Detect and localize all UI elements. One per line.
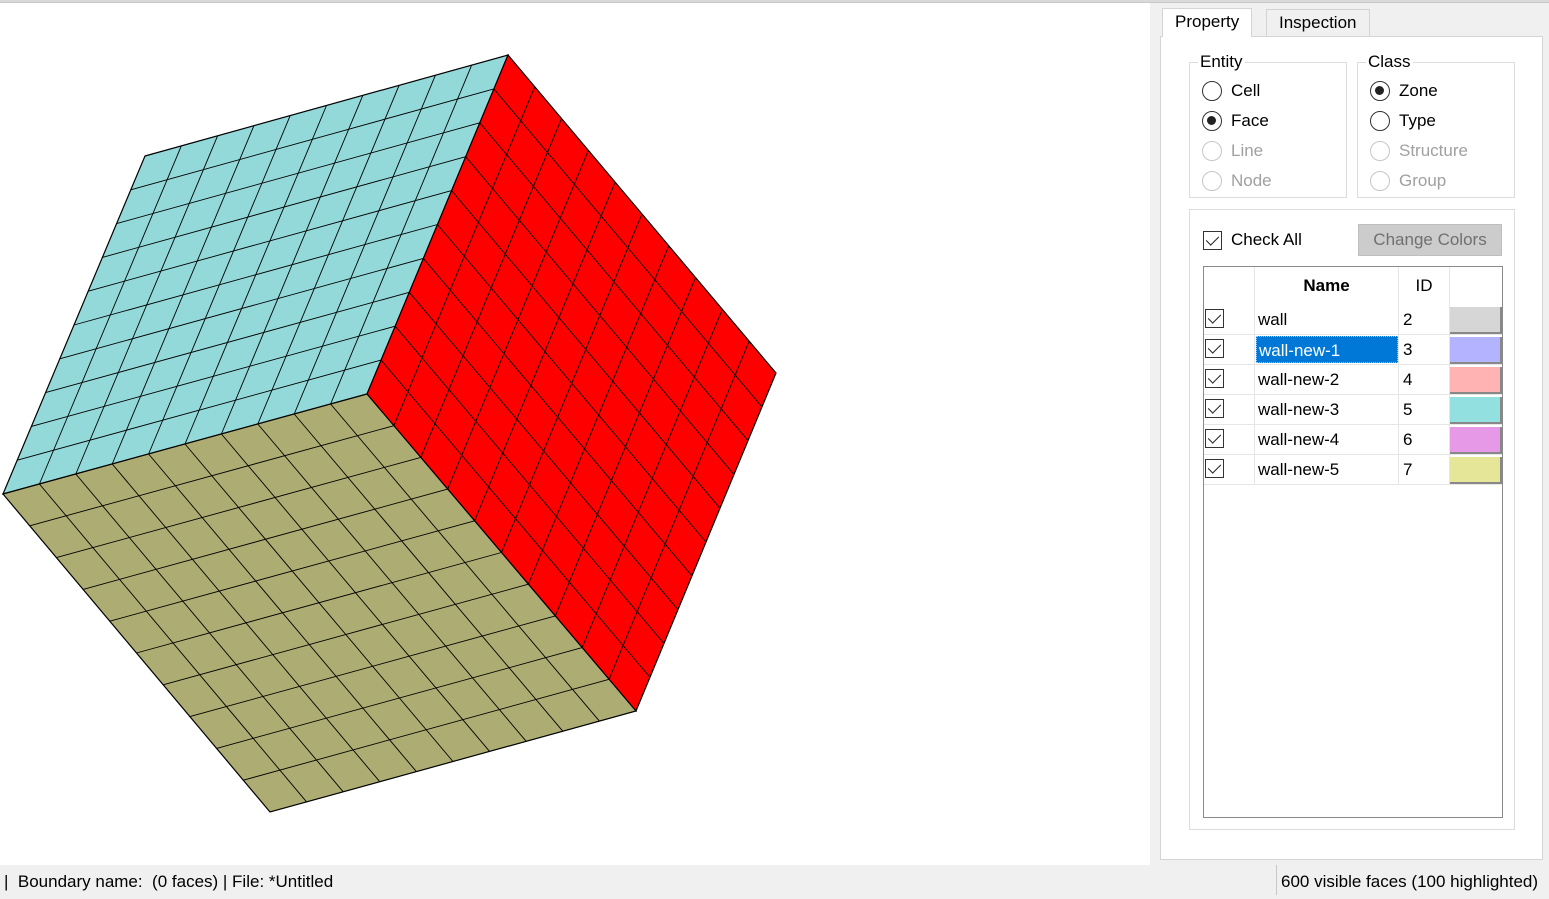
color-swatch[interactable]	[1450, 367, 1502, 394]
row-check-cell[interactable]	[1204, 305, 1255, 335]
row-check-cell[interactable]	[1204, 425, 1255, 455]
radio-group-button	[1370, 171, 1390, 191]
table-row[interactable]: wall-new-4 6	[1204, 425, 1502, 455]
row-name[interactable]: wall-new-3	[1255, 395, 1399, 425]
table-row[interactable]: wall-new-2 4	[1204, 365, 1502, 395]
radio-type[interactable]: Type	[1370, 109, 1436, 133]
radio-type-button[interactable]	[1370, 111, 1390, 131]
row-name-text: wall-new-1	[1256, 336, 1398, 363]
radio-group-label: Group	[1399, 171, 1447, 190]
row-check-cell[interactable]	[1204, 365, 1255, 395]
radio-cell-button[interactable]	[1202, 81, 1222, 101]
column-header-id[interactable]: ID	[1399, 267, 1450, 305]
property-panel: Property Inspection Entity Cell Face Lin…	[1150, 3, 1549, 865]
radio-line-label: Line	[1231, 141, 1264, 160]
row-color-cell[interactable]	[1450, 305, 1502, 335]
zone-list-group: Check All Change Colors Name ID wall 2 wal…	[1189, 209, 1515, 830]
row-checkbox[interactable]	[1205, 339, 1224, 358]
color-swatch[interactable]	[1450, 397, 1502, 424]
row-id: 7	[1399, 455, 1450, 485]
status-right-text: 600 visible faces (100 highlighted)	[1276, 865, 1549, 895]
check-all[interactable]: Check All	[1203, 230, 1302, 250]
color-swatch[interactable]	[1450, 307, 1502, 334]
check-all-label: Check All	[1231, 230, 1302, 249]
radio-node-label: Node	[1231, 171, 1272, 190]
radio-zone-label: Zone	[1399, 81, 1438, 100]
radio-type-label: Type	[1399, 111, 1436, 130]
radio-structure: Structure	[1370, 139, 1468, 163]
row-checkbox[interactable]	[1205, 399, 1224, 418]
row-color-cell[interactable]	[1450, 365, 1502, 395]
row-id: 4	[1399, 365, 1450, 395]
row-color-cell[interactable]	[1450, 395, 1502, 425]
class-group: Class Zone Type Structure Group	[1357, 52, 1515, 198]
radio-line: Line	[1202, 139, 1263, 163]
property-tab-page: Entity Cell Face Line Node Class Zone Ty…	[1160, 36, 1543, 860]
color-swatch[interactable]	[1450, 427, 1502, 454]
row-id: 2	[1399, 305, 1450, 335]
class-group-label: Class	[1366, 52, 1413, 72]
column-header-name[interactable]: Name	[1255, 267, 1399, 305]
row-name[interactable]: wall-new-1	[1255, 335, 1399, 365]
row-name[interactable]: wall-new-2	[1255, 365, 1399, 395]
row-name-text: wall-new-3	[1258, 400, 1340, 419]
row-check-cell[interactable]	[1204, 455, 1255, 485]
column-header-color	[1450, 267, 1502, 305]
radio-face-label: Face	[1231, 111, 1269, 130]
row-name-text: wall-new-5	[1258, 460, 1340, 479]
radio-node-button	[1202, 171, 1222, 191]
table-row[interactable]: wall-new-1 3	[1204, 335, 1502, 365]
radio-cell-label: Cell	[1231, 81, 1261, 100]
radio-structure-button	[1370, 141, 1390, 161]
3d-viewport[interactable]	[0, 3, 1150, 865]
row-color-cell[interactable]	[1450, 455, 1502, 485]
row-name[interactable]: wall-new-4	[1255, 425, 1399, 455]
row-id: 5	[1399, 395, 1450, 425]
check-all-checkbox[interactable]	[1203, 230, 1222, 250]
row-checkbox[interactable]	[1205, 429, 1224, 448]
radio-node: Node	[1202, 169, 1272, 193]
row-name-text: wall-new-2	[1258, 370, 1340, 389]
row-color-cell[interactable]	[1450, 425, 1502, 455]
row-check-cell[interactable]	[1204, 395, 1255, 425]
row-id: 3	[1399, 335, 1450, 365]
radio-structure-label: Structure	[1399, 141, 1468, 160]
table-row[interactable]: wall 2	[1204, 305, 1502, 335]
radio-cell[interactable]: Cell	[1202, 79, 1260, 103]
row-id: 6	[1399, 425, 1450, 455]
entity-group-label: Entity	[1198, 52, 1245, 72]
radio-face-button[interactable]	[1202, 111, 1222, 131]
color-swatch[interactable]	[1450, 337, 1502, 364]
column-header-check	[1204, 267, 1255, 305]
row-name[interactable]: wall-new-5	[1255, 455, 1399, 485]
row-checkbox[interactable]	[1205, 369, 1224, 388]
change-colors-button: Change Colors	[1358, 224, 1502, 256]
radio-group: Group	[1370, 169, 1446, 193]
entity-group: Entity Cell Face Line Node	[1189, 52, 1347, 198]
radio-face[interactable]: Face	[1202, 109, 1269, 133]
zone-table: Name ID wall 2 wall-new-1 3 wall-new-2 4 wall-…	[1203, 266, 1503, 818]
row-name[interactable]: wall	[1255, 305, 1399, 335]
tab-property[interactable]: Property	[1162, 8, 1253, 37]
row-checkbox[interactable]	[1205, 309, 1224, 328]
radio-line-button	[1202, 141, 1222, 161]
table-row[interactable]: wall-new-5 7	[1204, 455, 1502, 485]
radio-zone-button[interactable]	[1370, 81, 1390, 101]
row-check-cell[interactable]	[1204, 335, 1255, 365]
status-bar: | Boundary name: (0 faces) | File: *Unti…	[0, 865, 1549, 895]
tab-inspection[interactable]: Inspection	[1266, 9, 1370, 36]
row-name-text: wall-new-4	[1258, 430, 1340, 449]
mesh-cube[interactable]	[0, 3, 1150, 865]
row-checkbox[interactable]	[1205, 459, 1224, 478]
color-swatch[interactable]	[1450, 457, 1502, 484]
row-color-cell[interactable]	[1450, 335, 1502, 365]
radio-zone[interactable]: Zone	[1370, 79, 1438, 103]
table-row[interactable]: wall-new-3 5	[1204, 395, 1502, 425]
status-left-text: | Boundary name: (0 faces) | File: *Unti…	[4, 872, 334, 891]
row-name-text: wall	[1258, 310, 1288, 329]
